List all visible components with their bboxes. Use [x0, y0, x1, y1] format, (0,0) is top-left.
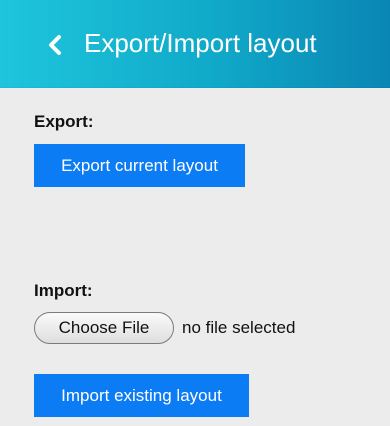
file-selection-status: no file selected [182, 318, 296, 337]
header-bar: Export/Import layout [0, 0, 390, 88]
export-current-layout-button[interactable]: Export current layout [34, 144, 245, 187]
import-section-label: Import: [34, 281, 93, 300]
export-import-layout-screen: Export/Import layout Export: Export curr… [0, 0, 390, 426]
export-section-label: Export: [34, 112, 94, 131]
import-existing-layout-button[interactable]: Import existing layout [34, 374, 249, 417]
page-title: Export/Import layout [84, 28, 317, 58]
file-picker-row: Choose File no file selected [34, 312, 295, 344]
choose-file-button[interactable]: Choose File [34, 312, 174, 344]
chevron-left-icon[interactable] [46, 34, 64, 56]
